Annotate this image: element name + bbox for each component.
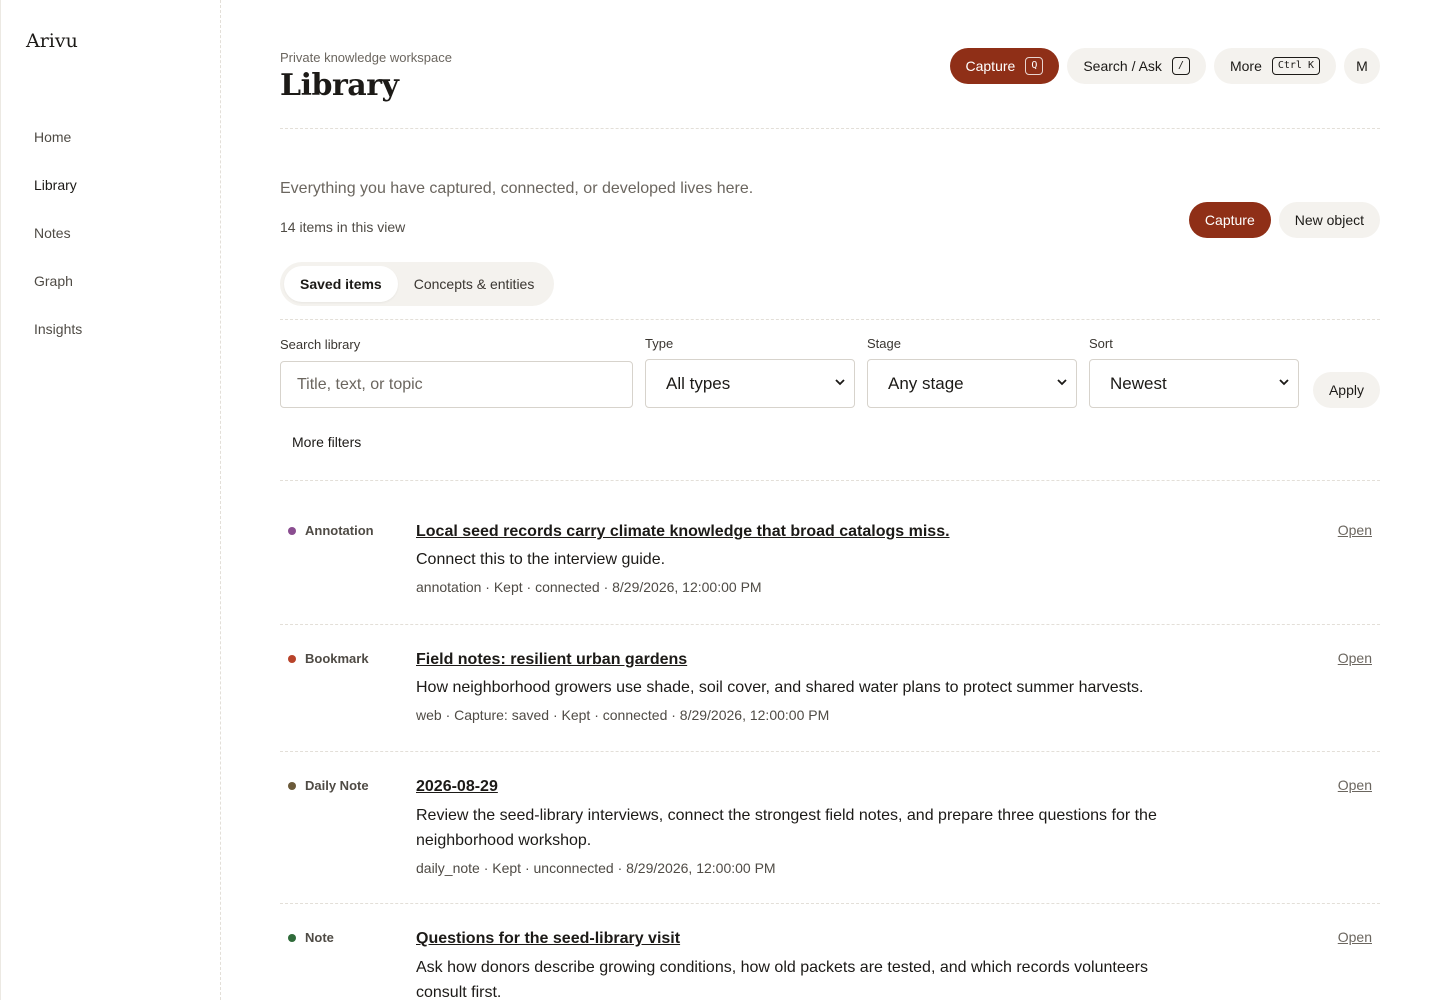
capture-button[interactable]: Capture Q	[949, 48, 1060, 84]
open-link[interactable]: Open	[1338, 650, 1372, 666]
open-link[interactable]: Open	[1338, 929, 1372, 945]
sidebar-item-notes[interactable]: Notes	[34, 224, 82, 272]
sidebar-item-library[interactable]: Library	[34, 176, 82, 224]
open-link[interactable]: Open	[1338, 522, 1372, 538]
item-meta: daily_note · Kept · unconnected · 8/29/2…	[416, 860, 776, 876]
list-item: Bookmark Field notes: resilient urban ga…	[280, 625, 1380, 752]
type-value: All types	[666, 373, 731, 393]
sidebar: Arivu Home Library Notes Graph Insights	[0, 0, 221, 1000]
item-title-link[interactable]: Local seed records carry climate knowled…	[416, 523, 950, 541]
top-toolbar: Capture Q Search / Ask / More Ctrl K M	[949, 48, 1380, 84]
kind-dot	[288, 526, 296, 535]
chevron-down-icon	[835, 379, 845, 386]
type-label: Type	[645, 336, 674, 351]
item-description: Review the seed-library interviews, conn…	[416, 807, 1157, 849]
item-title-link[interactable]: 2026-08-29	[416, 778, 498, 796]
search-library-label: Search library	[280, 337, 361, 352]
search-ask-button[interactable]: Search / Ask /	[1067, 48, 1206, 84]
header-divider	[280, 128, 1380, 129]
list-item: Note Questions for the seed-library visi…	[280, 904, 1380, 1000]
item-title-link[interactable]: Questions for the seed-library visit	[416, 930, 680, 948]
chevron-down-icon	[1057, 379, 1067, 386]
kind-dot	[288, 933, 296, 942]
item-kind: Annotation	[288, 523, 374, 538]
sidebar-item-home[interactable]: Home	[34, 128, 82, 176]
tabs-divider	[280, 319, 1380, 320]
more-label: More	[1229, 58, 1262, 74]
item-kind-label: Note	[305, 930, 334, 945]
sort-select[interactable]: Newest	[1089, 359, 1299, 408]
sidebar-nav: Home Library Notes Graph Insights	[34, 128, 82, 368]
apply-button[interactable]: Apply	[1312, 372, 1380, 408]
library-actions: Capture New object	[1188, 202, 1380, 238]
tab-saved-items[interactable]: Saved items	[284, 266, 398, 302]
sort-label: Sort	[1089, 336, 1113, 351]
stage-select[interactable]: Any stage	[867, 359, 1077, 408]
more-button[interactable]: More Ctrl K	[1213, 48, 1336, 84]
search-input[interactable]: Title, text, or topic	[280, 361, 633, 408]
stage-value: Any stage	[888, 373, 964, 393]
item-kind: Bookmark	[288, 651, 369, 666]
tab-concepts-entities[interactable]: Concepts & entities	[398, 266, 551, 302]
more-shortcut: Ctrl K	[1271, 57, 1320, 75]
type-select[interactable]: All types	[645, 359, 855, 408]
page-kicker: Private knowledge workspace	[280, 50, 452, 65]
item-kind-label: Annotation	[305, 523, 374, 538]
capture-label: Capture	[965, 58, 1016, 74]
search-shortcut: /	[1171, 57, 1190, 75]
item-kind: Note	[288, 930, 334, 945]
item-count: 14 items in this view	[280, 219, 406, 235]
open-link[interactable]: Open	[1338, 777, 1372, 793]
page-title: Library	[280, 68, 399, 103]
search-ask-label: Search / Ask	[1083, 58, 1162, 74]
new-object-button[interactable]: New object	[1278, 202, 1380, 238]
avatar[interactable]: M	[1344, 48, 1380, 84]
capture-shortcut: Q	[1025, 57, 1044, 75]
capture-action-button[interactable]: Capture	[1188, 202, 1271, 238]
item-kind: Daily Note	[288, 778, 369, 793]
item-description: Ask how donors describe growing conditio…	[416, 959, 1148, 1000]
list-item: Daily Note 2026-08-29 Review the seed-li…	[280, 752, 1380, 904]
item-description: How neighborhood growers use shade, soil…	[416, 679, 1144, 696]
chevron-down-icon	[1279, 379, 1289, 386]
brand-logo[interactable]: Arivu	[26, 30, 78, 52]
item-description: Connect this to the interview guide.	[416, 551, 666, 568]
item-meta: web · Capture: saved · Kept · connected …	[416, 707, 830, 723]
kind-dot	[288, 654, 296, 663]
stage-label: Stage	[867, 336, 901, 351]
sidebar-item-graph[interactable]: Graph	[34, 272, 82, 320]
more-filters-toggle[interactable]: More filters	[292, 434, 361, 450]
list-item: Annotation Local seed records carry clim…	[280, 481, 1380, 625]
kind-dot	[288, 781, 296, 790]
search-placeholder: Title, text, or topic	[297, 375, 423, 393]
sidebar-item-insights[interactable]: Insights	[34, 320, 82, 368]
item-meta: annotation · Kept · connected · 8/29/202…	[416, 579, 762, 595]
item-kind-label: Daily Note	[305, 778, 369, 793]
sort-value: Newest	[1110, 373, 1167, 393]
item-title-link[interactable]: Field notes: resilient urban gardens	[416, 651, 687, 669]
intro-text: Everything you have captured, connected,…	[280, 180, 754, 197]
view-tabs: Saved items Concepts & entities	[280, 262, 555, 306]
item-kind-label: Bookmark	[305, 651, 369, 666]
